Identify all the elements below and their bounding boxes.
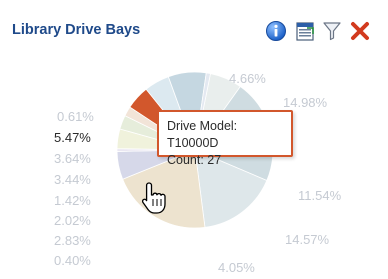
hand-cursor-icon [141,182,166,214]
slice-label: 4.05% [218,260,255,275]
slice-label: 0.40% [54,253,91,268]
info-icon[interactable] [265,20,287,42]
slice-label: 3.44% [54,172,91,187]
slice-label: 14.57% [285,232,330,247]
filter-icon[interactable] [321,20,343,42]
export-icon[interactable] [294,20,316,42]
slice-label: 4.66% [229,71,266,86]
panel-header: Library Drive Bays [0,0,388,60]
panel-title: Library Drive Bays [12,22,141,38]
slice-label: 5.47% [54,130,91,145]
slice-label: 0.61% [57,109,94,124]
slice-label: 11.54% [298,188,342,203]
tooltip-drive-model: Drive Model: T10000D [167,119,238,150]
slice-label: 3.64% [54,151,91,166]
slice-tooltip: Drive Model: T10000D Count: 27 [157,110,293,167]
slice-label: 14.98% [283,95,328,110]
slice-label: 1.42% [54,193,91,208]
slice-label: 2.83% [54,233,91,248]
slice-label: 2.02% [54,213,91,228]
close-icon[interactable] [349,20,371,42]
pie-chart: 4.66% 14.98% 11.54% 14.57% 4.05% 0.40% 2… [0,60,388,279]
tooltip-count: Count: 27 [167,153,222,167]
